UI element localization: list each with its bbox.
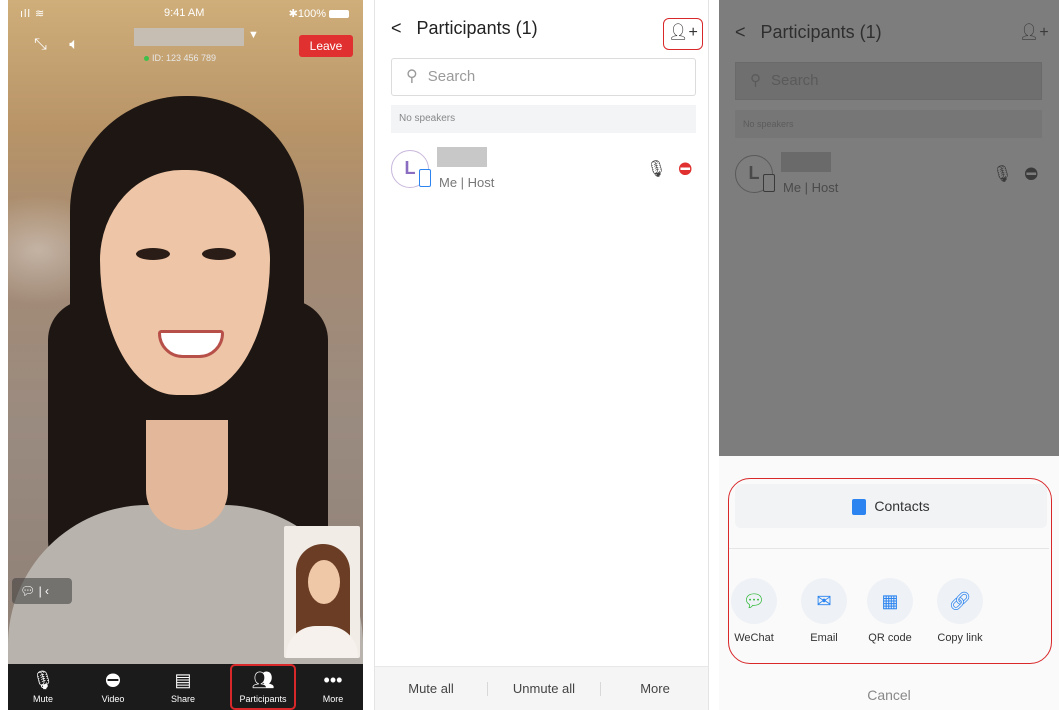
participant-controls: 🎙︎ ⛔︎ (646, 159, 692, 179)
participants-header: < Participants (1) (735, 22, 882, 43)
signal-icon: ıll ≋ (20, 8, 46, 20)
share-screen-icon: ▤ (174, 670, 192, 690)
search-icon: ⚲ (406, 68, 418, 85)
top-controls: ⤡ 🔈︎ (34, 36, 97, 54)
self-view-thumbnail[interactable] (284, 526, 360, 658)
participants-highlight (230, 664, 296, 710)
leave-button[interactable]: Leave (299, 35, 353, 57)
share-label: Share (170, 694, 196, 704)
meeting-title-redacted[interactable] (134, 28, 244, 46)
speakers-status: No speakers (391, 105, 696, 133)
participant-neck (146, 420, 228, 530)
video-button[interactable]: ⛔︎ Video (78, 664, 148, 710)
video-off-icon: ⛔︎ (1024, 166, 1038, 183)
participant-role: Me | Host (439, 175, 495, 190)
status-time: 9:41 AM (164, 7, 205, 19)
video-off-icon[interactable]: ⛔︎ (678, 161, 692, 178)
mute-all-button[interactable]: Mute all (375, 667, 487, 710)
invite-options-highlight (728, 478, 1052, 664)
status-bar: ıll ≋ 9:41 AM ✱100% (8, 6, 363, 24)
participant-role: Me | Host (783, 180, 839, 195)
search-placeholder: Search (427, 68, 476, 85)
search-icon: ⚲ (750, 72, 761, 89)
mute-label: Mute (32, 694, 53, 704)
participant-row[interactable]: L Me | Host 🎙︎ ⛔︎ (391, 145, 696, 195)
connection-dot-icon (144, 56, 149, 61)
add-participant-button[interactable]: 👤︎+ (663, 18, 703, 50)
participant-eye (136, 248, 170, 260)
share-button[interactable]: ▤ Share (148, 664, 218, 710)
add-user-icon: 👤︎+ (1019, 24, 1049, 41)
page-title: Participants (1) (760, 22, 882, 42)
participant-controls: 🎙︎ ⛔︎ (992, 164, 1038, 184)
mobile-device-icon (419, 169, 431, 187)
invite-screen: < Participants (1) 👤︎+ ⚲ Search No speake… (719, 0, 1059, 710)
meeting-id: ID: 123 456 789 (144, 53, 216, 63)
participants-screen: < Participants (1) 👤︎+ ⚲ Search No speake… (374, 0, 709, 710)
unmute-all-button[interactable]: Unmute all (488, 667, 600, 710)
more-dots-icon: ••• (323, 670, 343, 690)
microphone-icon: 🎙︎ (992, 166, 1013, 183)
speaker-icon[interactable]: 🔈︎ (69, 36, 79, 53)
mobile-device-icon (763, 174, 775, 192)
video-call-screen: ıll ≋ 9:41 AM ✱100% ⤡ 🔈︎ ▼ ID: 123 456 7… (8, 0, 363, 710)
cancel-button[interactable]: Cancel (719, 680, 1059, 710)
participants-header: < Participants (1) (391, 18, 538, 39)
back-icon: < (735, 22, 746, 42)
more-button[interactable]: ••• More (298, 664, 363, 710)
participant-eye (202, 248, 236, 260)
microphone-icon: 🎙︎ (31, 670, 55, 690)
battery-label: ✱100% (288, 8, 326, 20)
add-user-icon: 👤︎+ (668, 24, 698, 41)
participants-footer: Mute all Unmute all More (375, 666, 708, 710)
search-placeholder: Search (771, 72, 819, 89)
battery-icon (329, 10, 349, 19)
speakers-status: No speakers (735, 110, 1042, 138)
participant-row: L Me | Host 🎙︎ ⛔︎ (735, 150, 1042, 200)
more-options-button[interactable]: More (601, 667, 708, 710)
search-input[interactable]: ⚲ Search (391, 58, 696, 96)
participant-name-redacted (781, 152, 831, 172)
pip-face (308, 560, 340, 604)
microphone-icon[interactable]: 🎙︎ (646, 161, 666, 178)
mute-button[interactable]: 🎙︎ Mute (8, 664, 78, 710)
chevron-left-icon: | ‹ (38, 584, 50, 598)
chevron-down-icon[interactable]: ▼ (248, 29, 259, 41)
more-label: More (322, 694, 344, 704)
video-off-icon: ⛔︎ (105, 670, 121, 690)
video-label: Video (101, 694, 125, 704)
chat-toggle[interactable]: 💬︎ | ‹ (12, 578, 72, 604)
back-icon[interactable]: < (391, 18, 402, 38)
meeting-id-text: ID: 123 456 789 (152, 53, 217, 63)
dimmed-overlay[interactable]: < Participants (1) 👤︎+ ⚲ Search No speake… (719, 0, 1059, 456)
battery-indicator: ✱100% (289, 7, 349, 20)
call-toolbar: 🎙︎ Mute ⛔︎ Video ▤ Share 👥︎ Participants… (8, 664, 363, 710)
chat-bubble-icon: 💬︎ (20, 584, 36, 598)
page-title: Participants (1) (416, 18, 538, 38)
search-input: ⚲ Search (735, 62, 1042, 100)
participant-name-redacted (437, 147, 487, 167)
minimize-icon[interactable]: ⤡ (34, 36, 47, 53)
